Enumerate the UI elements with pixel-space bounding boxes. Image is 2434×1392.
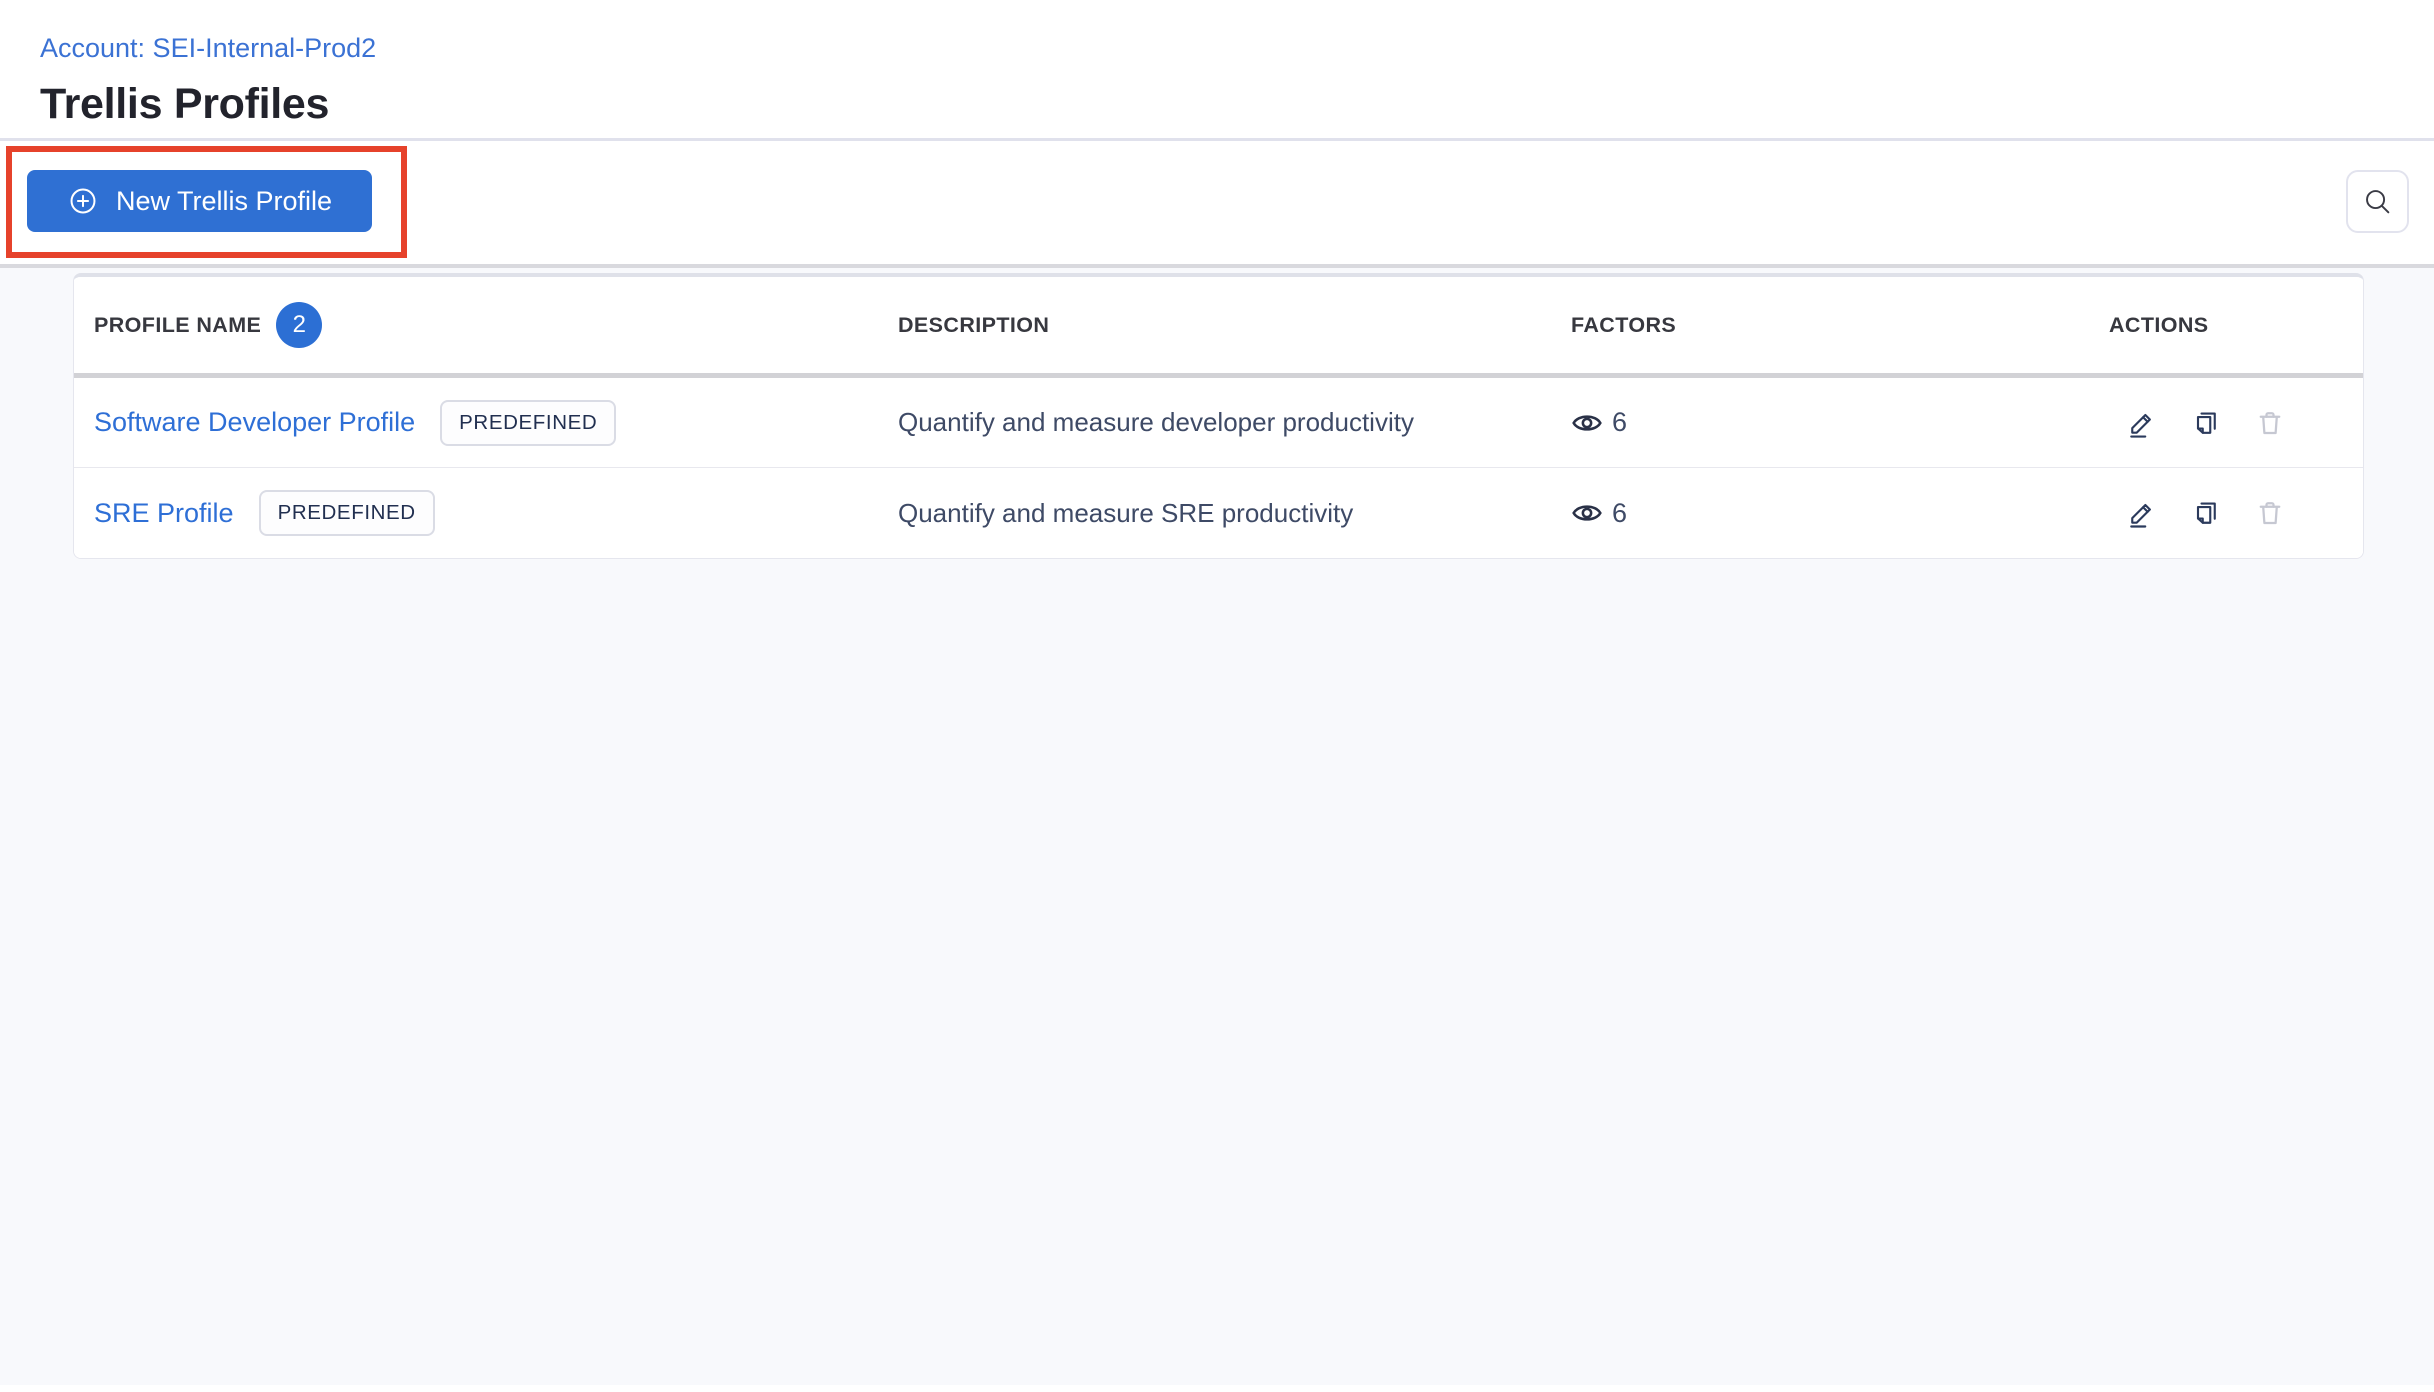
search-icon (2362, 186, 2393, 217)
factors-cell: 6 (1571, 407, 2109, 439)
trash-icon (2255, 498, 2285, 528)
description-text: Quantify and measure developer productiv… (898, 407, 1414, 437)
predefined-badge: PREDEFINED (258, 490, 435, 536)
copy-icon (2191, 408, 2221, 438)
actions-header-label: ACTIONS (2109, 312, 2209, 337)
table-header-row: PROFILE NAME 2 DESCRIPTION FACTORS ACTIO… (74, 277, 2363, 378)
trash-icon (2255, 408, 2285, 438)
plus-circle-icon (67, 185, 99, 217)
predefined-badge: PREDEFINED (440, 399, 617, 446)
edit-profile-button[interactable] (2127, 408, 2157, 438)
actions-cell (2109, 498, 2363, 528)
profile-link[interactable]: Software Developer Profile (94, 407, 415, 438)
edit-profile-button[interactable] (2127, 498, 2157, 528)
factors-count: 6 (1612, 407, 1628, 437)
profile-count-badge: 2 (276, 302, 323, 348)
description-text: Quantify and measure SRE productivity (898, 497, 1354, 528)
description-cell: Quantify and measure developer productiv… (898, 407, 1571, 438)
table-row: SRE Profile PREDEFINED Quantify and meas… (74, 468, 2363, 558)
column-header-factors: FACTORS (1571, 313, 2109, 338)
toolbar: New Trellis Profile (0, 141, 2434, 268)
actions-group (2109, 408, 2285, 438)
new-trellis-profile-button-label: New Trellis Profile (115, 185, 333, 216)
profile-name-header-label: PROFILE NAME (94, 312, 262, 337)
profiles-table: PROFILE NAME 2 DESCRIPTION FACTORS ACTIO… (73, 273, 2364, 559)
copy-icon (2191, 498, 2221, 528)
delete-profile-button[interactable] (2255, 408, 2285, 438)
pencil-icon (2127, 498, 2157, 528)
column-header-actions: ACTIONS (2109, 313, 2363, 338)
page-header: Account: SEI-Internal-Prod2 Trellis Prof… (0, 0, 2434, 141)
eye-icon (1571, 407, 1603, 439)
profile-link[interactable]: SRE Profile (94, 498, 234, 529)
page-title: Trellis Profiles (40, 79, 330, 128)
account-breadcrumb-link[interactable]: Account: SEI-Internal-Prod2 (40, 33, 376, 64)
main-content: PROFILE NAME 2 DESCRIPTION FACTORS ACTIO… (0, 268, 2434, 1385)
clone-profile-button[interactable] (2191, 408, 2221, 438)
factors-count: 6 (1612, 497, 1628, 528)
search-button[interactable] (2346, 170, 2409, 233)
delete-profile-button[interactable] (2255, 498, 2285, 528)
profile-name-cell: Software Developer Profile PREDEFINED (74, 399, 898, 446)
factors-cell: 6 (1571, 497, 2109, 529)
factors-header-label: FACTORS (1571, 312, 1677, 337)
column-header-description: DESCRIPTION (898, 313, 1571, 338)
column-header-profile-name: PROFILE NAME 2 (74, 302, 898, 348)
table-row: Software Developer Profile PREDEFINED Qu… (74, 378, 2363, 468)
description-header-label: DESCRIPTION (898, 312, 1050, 337)
pencil-icon (2127, 408, 2157, 438)
profile-name-cell: SRE Profile PREDEFINED (74, 490, 898, 536)
description-cell: Quantify and measure SRE productivity (898, 498, 1571, 529)
clone-profile-button[interactable] (2191, 498, 2221, 528)
actions-cell (2109, 408, 2363, 438)
eye-icon (1571, 497, 1603, 529)
new-trellis-profile-button[interactable]: New Trellis Profile (27, 170, 372, 232)
actions-group (2109, 498, 2285, 528)
